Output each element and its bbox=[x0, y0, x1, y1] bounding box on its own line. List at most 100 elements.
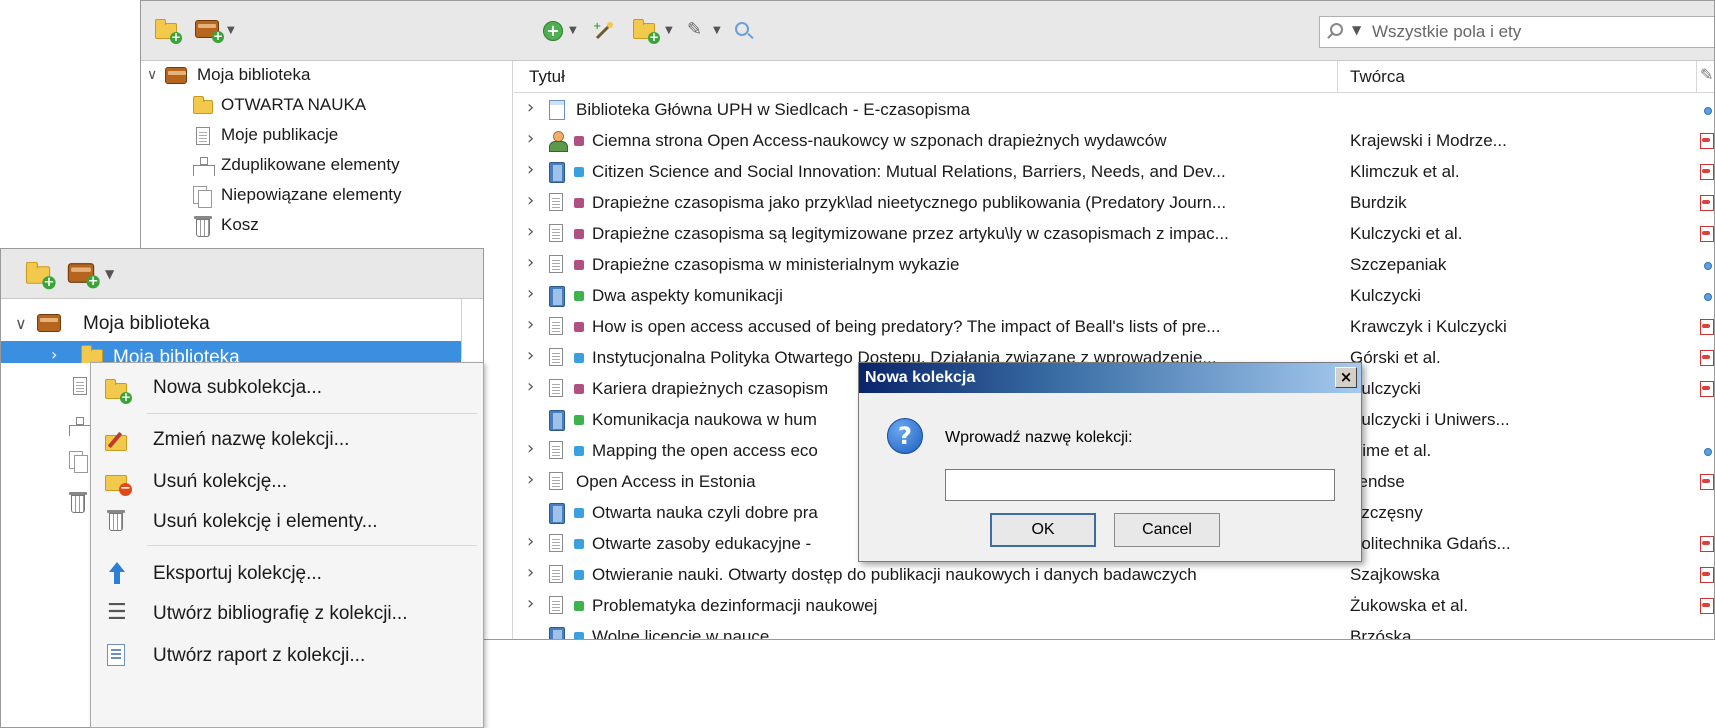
collection-trash[interactable]: Kosz bbox=[141, 211, 513, 241]
chevron-right-icon[interactable]: › bbox=[527, 221, 534, 242]
column-divider[interactable] bbox=[1696, 61, 1697, 93]
collection-selected[interactable]: › Moja biblioteka bbox=[1, 341, 461, 363]
new-note-icon[interactable] bbox=[633, 19, 660, 44]
chevron-down-icon[interactable]: ∨ bbox=[147, 67, 157, 83]
pdf-icon[interactable] bbox=[1700, 226, 1714, 242]
menu-item-create-bibliography[interactable]: ☰ Utwórz bibliografię z kolekcji... bbox=[91, 593, 483, 635]
attachment-link-icon[interactable] bbox=[1704, 448, 1712, 456]
pdf-icon[interactable] bbox=[1700, 350, 1714, 366]
attachment-link-icon[interactable] bbox=[1704, 293, 1712, 301]
item-row[interactable]: › Drapieżne czasopisma w ministerialnym w… bbox=[514, 250, 1714, 281]
pdf-icon[interactable] bbox=[1700, 474, 1714, 490]
collection-my-library[interactable]: ∨ Moja biblioteka bbox=[1, 307, 461, 341]
overlay-toolbar: ▼ bbox=[1, 249, 483, 299]
item-row[interactable]: Wolne licencje w nauce Brzóska bbox=[514, 622, 1714, 640]
collection-label: Zduplikowane elementy bbox=[221, 155, 400, 174]
chevron-down-icon[interactable]: ∨ bbox=[15, 314, 27, 333]
book-icon bbox=[549, 162, 565, 183]
pdf-icon[interactable] bbox=[1700, 536, 1714, 552]
menu-item-rename-collection[interactable]: Zmień nazwę kolekcji... bbox=[91, 419, 483, 461]
item-row[interactable]: › Biblioteka Główna UPH w Siedlcach - E-c… bbox=[514, 95, 1714, 126]
menu-item-create-report[interactable]: Utwórz raport z kolekcji... bbox=[91, 635, 483, 677]
new-library-icon[interactable] bbox=[67, 263, 100, 289]
new-library-icon[interactable] bbox=[195, 20, 224, 43]
item-row[interactable]: › Drapieżne czasopisma jako przyk\lad nie… bbox=[514, 188, 1714, 219]
menu-item-delete-collection-and-items[interactable]: Usuń kolekcję i elementy... bbox=[91, 501, 483, 543]
advanced-search-icon[interactable] bbox=[735, 22, 749, 36]
menu-item-export-collection[interactable]: Eksportuj kolekcję... bbox=[91, 553, 483, 595]
collection-my-library[interactable]: ∨ Moja biblioteka bbox=[141, 61, 513, 91]
collection-duplicates[interactable]: Zduplikowane elementy bbox=[141, 151, 513, 181]
search-input[interactable]: ▼ Wszystkie pola i ety bbox=[1319, 16, 1714, 48]
chevron-right-icon[interactable]: › bbox=[527, 469, 534, 490]
collection-name-input[interactable] bbox=[945, 469, 1335, 501]
chevron-right-icon[interactable]: › bbox=[527, 283, 534, 304]
search-mode-dropdown[interactable]: ▼ bbox=[1352, 23, 1361, 37]
ok-button[interactable]: OK bbox=[990, 513, 1096, 547]
item-row[interactable]: › Problematyka dezinformacji naukowej Żuko… bbox=[514, 591, 1714, 622]
collection-unfiled[interactable]: Niepowiązane elementy bbox=[141, 181, 513, 211]
chevron-down-icon[interactable]: ▼ bbox=[569, 25, 577, 36]
chevron-right-icon[interactable]: › bbox=[527, 376, 534, 397]
new-collection-icon[interactable] bbox=[155, 19, 182, 44]
pdf-icon[interactable] bbox=[1700, 598, 1714, 614]
collection-my-publications[interactable]: Moje publikacje bbox=[141, 121, 513, 151]
column-header-title[interactable]: Tytuł bbox=[529, 67, 565, 87]
folder-icon bbox=[81, 345, 103, 363]
column-header-creator[interactable]: Twórca bbox=[1350, 67, 1405, 87]
chevron-right-icon[interactable]: › bbox=[527, 438, 534, 459]
chevron-down-icon[interactable]: ▼ bbox=[227, 25, 235, 36]
item-row[interactable]: › Otwieranie nauki. Otwarty dostęp do pub… bbox=[514, 560, 1714, 591]
attachment-link-icon[interactable] bbox=[1704, 262, 1712, 270]
menu-item-delete-collection[interactable]: Usuń kolekcję... bbox=[91, 461, 483, 503]
item-title: Wolne licencje w nauce bbox=[592, 627, 770, 640]
pdf-icon[interactable] bbox=[1700, 164, 1714, 180]
cancel-button[interactable]: Cancel bbox=[1114, 513, 1220, 547]
add-by-identifier-icon[interactable]: + bbox=[593, 20, 615, 42]
chevron-right-icon[interactable]: › bbox=[527, 190, 534, 211]
folder-icon bbox=[193, 96, 213, 114]
search-placeholder: Wszystkie pola i ety bbox=[1372, 22, 1522, 41]
chevron-right-icon[interactable]: › bbox=[527, 345, 534, 366]
chevron-right-icon[interactable]: › bbox=[527, 159, 534, 180]
chevron-right-icon[interactable]: › bbox=[527, 252, 534, 273]
item-row[interactable]: › Dwa aspekty komunikacji Kulczycki bbox=[514, 281, 1714, 312]
pdf-icon[interactable] bbox=[1700, 319, 1714, 335]
pdf-icon[interactable] bbox=[1700, 133, 1714, 149]
column-divider[interactable] bbox=[1337, 61, 1338, 93]
dialog-title: Nowa kolekcja bbox=[865, 369, 976, 386]
chevron-right-icon[interactable]: › bbox=[527, 314, 534, 335]
pdf-icon[interactable] bbox=[1700, 567, 1714, 583]
new-collection-icon[interactable] bbox=[25, 261, 56, 290]
close-button[interactable]: × bbox=[1335, 367, 1357, 388]
chevron-right-icon[interactable]: › bbox=[527, 128, 534, 149]
paperclip-icon[interactable]: ✎ bbox=[687, 19, 702, 40]
report-icon bbox=[107, 644, 125, 666]
item-creator: Kulczycki i Uniwers... bbox=[1350, 410, 1510, 429]
menu-item-new-subcollection[interactable]: Nowa subkolekcja... bbox=[91, 367, 483, 409]
chevron-right-icon[interactable]: › bbox=[51, 345, 57, 363]
pdf-icon[interactable] bbox=[1700, 381, 1714, 397]
chevron-right-icon[interactable]: › bbox=[527, 593, 534, 614]
item-row[interactable]: › Ciemna strona Open Access-naukowcy w sz… bbox=[514, 126, 1714, 157]
item-row[interactable]: › Citizen Science and Social Innovation: … bbox=[514, 157, 1714, 188]
chevron-right-icon[interactable]: › bbox=[527, 562, 534, 583]
pdf-icon[interactable] bbox=[1700, 195, 1714, 211]
pane-divider[interactable] bbox=[461, 299, 462, 359]
new-item-icon[interactable]: + bbox=[543, 21, 563, 41]
dialog-titlebar[interactable]: Nowa kolekcja × bbox=[859, 363, 1361, 393]
item-row[interactable]: › Drapieżne czasopisma są legitymizowane … bbox=[514, 219, 1714, 250]
collection-otwarta-nauka[interactable]: OTWARTA NAUKA bbox=[141, 91, 513, 121]
attachment-link-icon[interactable] bbox=[1704, 107, 1712, 115]
paperclip-icon[interactable]: ✎ bbox=[1700, 65, 1713, 84]
item-creator: Burdzik bbox=[1350, 193, 1407, 212]
chevron-right-icon[interactable]: › bbox=[527, 531, 534, 552]
chevron-down-icon[interactable]: ▼ bbox=[713, 25, 721, 36]
item-row[interactable]: › How is open access accused of being pre… bbox=[514, 312, 1714, 343]
collection-label: Moja biblioteka bbox=[83, 313, 210, 334]
chevron-right-icon[interactable]: › bbox=[527, 97, 534, 118]
chevron-down-icon[interactable]: ▼ bbox=[665, 25, 673, 36]
chevron-down-icon[interactable]: ▼ bbox=[105, 267, 114, 281]
collection-label: OTWARTA NAUKA bbox=[221, 95, 367, 114]
tag-color-square bbox=[574, 570, 584, 580]
